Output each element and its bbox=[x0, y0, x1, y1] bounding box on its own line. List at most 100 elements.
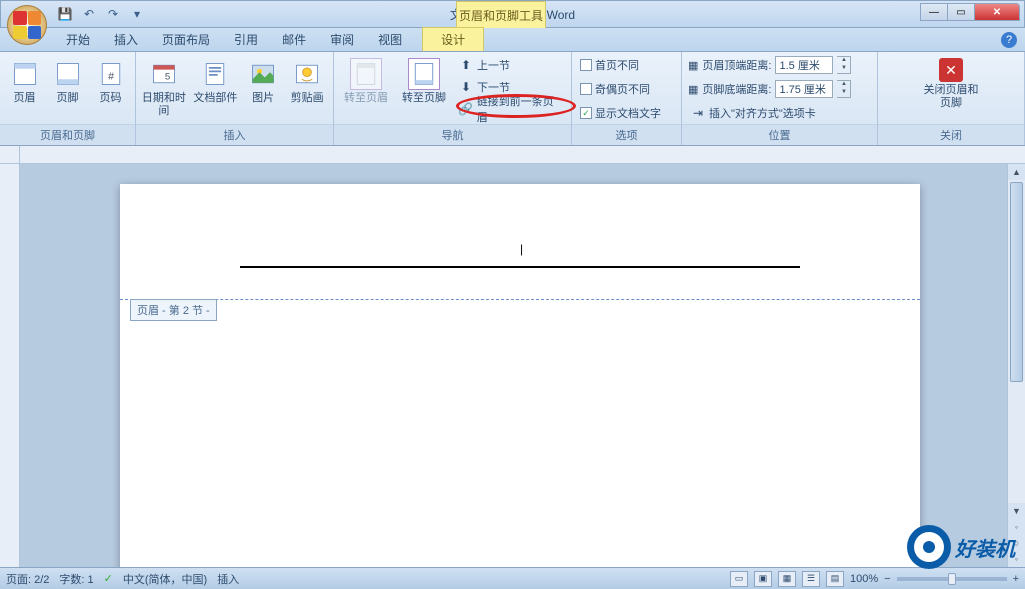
tab-review[interactable]: 审阅 bbox=[318, 28, 366, 51]
zoom-out-button[interactable]: − bbox=[884, 573, 890, 585]
different-first-page-checkbox[interactable]: 首页不同 bbox=[576, 54, 677, 76]
insert-alignment-tab-button[interactable]: ⇥ 插入"对齐方式"选项卡 bbox=[686, 102, 873, 124]
scroll-down-button[interactable]: ▼ bbox=[1008, 503, 1025, 519]
zoom-slider[interactable] bbox=[897, 577, 1007, 581]
watermark-text: 好装机 bbox=[955, 533, 1015, 562]
redo-button[interactable]: ↷ bbox=[103, 4, 123, 24]
calendar-icon: 5 bbox=[148, 58, 180, 90]
clipart-button[interactable]: 剪贴画 bbox=[285, 54, 329, 105]
date-time-button[interactable]: 5 日期和时间 bbox=[140, 54, 188, 118]
prev-icon: ⬆ bbox=[458, 57, 474, 73]
page[interactable]: | 页眉 - 第 2 节 - bbox=[120, 184, 920, 567]
goto-footer-icon bbox=[408, 58, 440, 90]
undo-button[interactable]: ↶ bbox=[79, 4, 99, 24]
group-navigation: 转至页眉 转至页脚 ⬆ 上一节 ⬇ 下一节 🔗 链接到前一条页眉 bbox=[334, 52, 572, 145]
group-label: 关闭 bbox=[878, 124, 1024, 145]
proofing-icon[interactable]: ✓ bbox=[104, 572, 113, 585]
draft-view-button[interactable]: ▤ bbox=[826, 571, 844, 587]
ribbon: 页眉 页脚 # 页码 页眉和页脚 5 日期和时间 文档部件 bbox=[0, 52, 1025, 146]
tab-view[interactable]: 视图 bbox=[366, 28, 414, 51]
footer-bottom-input[interactable]: 1.75 厘米 bbox=[775, 80, 833, 98]
tab-home[interactable]: 开始 bbox=[54, 28, 102, 51]
previous-section-button[interactable]: ⬆ 上一节 bbox=[454, 54, 567, 76]
goto-header-icon bbox=[350, 58, 382, 90]
window-controls: — ▭ ✕ bbox=[921, 3, 1020, 21]
help-button[interactable]: ? bbox=[1001, 32, 1017, 48]
page-indicator[interactable]: 页面: 2/2 bbox=[6, 571, 49, 587]
spinner[interactable]: ▲▼ bbox=[837, 56, 851, 74]
zoom-thumb[interactable] bbox=[948, 573, 956, 585]
group-label: 位置 bbox=[682, 124, 877, 145]
header-edit-area[interactable] bbox=[240, 252, 800, 268]
footer-button[interactable]: 页脚 bbox=[47, 54, 88, 105]
document-scroll[interactable]: | 页眉 - 第 2 节 - ▲ ▼ ◦ ○ ◦ bbox=[20, 164, 1025, 567]
status-bar: 页面: 2/2 字数: 1 ✓ 中文(简体，中国) 插入 ▭ ▣ ▦ ☰ ▤ 1… bbox=[0, 567, 1025, 589]
checkbox-checked-icon: ✓ bbox=[580, 107, 592, 119]
group-position: ▦ 页眉顶端距离: 1.5 厘米 ▲▼ ▦ 页脚底端距离: 1.75 厘米 ▲▼… bbox=[682, 52, 878, 145]
picture-button[interactable]: 图片 bbox=[243, 54, 283, 105]
minimize-button[interactable]: — bbox=[920, 3, 948, 21]
svg-text:#: # bbox=[108, 70, 114, 82]
footer-distance-icon: ▦ bbox=[688, 83, 698, 96]
spinner[interactable]: ▲▼ bbox=[837, 80, 851, 98]
scroll-up-button[interactable]: ▲ bbox=[1008, 164, 1025, 180]
page-number-button[interactable]: # 页码 bbox=[90, 54, 131, 105]
watermark-logo-icon bbox=[907, 525, 951, 569]
word-count[interactable]: 字数: 1 bbox=[59, 571, 93, 587]
different-odd-even-checkbox[interactable]: 奇偶页不同 bbox=[576, 78, 677, 100]
title-bar: 💾 ↶ ↷ ▾ 文档 1 - Microsoft Word 页眉和页脚工具 — … bbox=[0, 0, 1025, 28]
print-layout-view-button[interactable]: ▭ bbox=[730, 571, 748, 587]
save-button[interactable]: 💾 bbox=[55, 4, 75, 24]
tab-design[interactable]: 设计 bbox=[422, 27, 484, 51]
tab-insert[interactable]: 插入 bbox=[102, 28, 150, 51]
web-layout-view-button[interactable]: ▦ bbox=[778, 571, 796, 587]
horizontal-ruler[interactable] bbox=[0, 146, 1025, 164]
office-button[interactable] bbox=[7, 5, 47, 45]
group-label: 选项 bbox=[572, 124, 681, 145]
show-document-text-checkbox[interactable]: ✓ 显示文档文字 bbox=[576, 102, 677, 124]
header-boundary bbox=[120, 299, 920, 300]
vertical-ruler[interactable] bbox=[0, 164, 20, 567]
footer-from-bottom-row: ▦ 页脚底端距离: 1.75 厘米 ▲▼ bbox=[686, 78, 873, 100]
header-distance-icon: ▦ bbox=[688, 59, 698, 72]
quick-parts-button[interactable]: 文档部件 bbox=[190, 54, 241, 105]
zoom-level[interactable]: 100% bbox=[850, 573, 878, 585]
picture-icon bbox=[247, 58, 279, 90]
ruler-corner bbox=[0, 146, 20, 164]
close-header-footer-button[interactable]: ✕ 关闭页眉和页脚 bbox=[922, 54, 980, 110]
header-button[interactable]: 页眉 bbox=[4, 54, 45, 105]
maximize-button[interactable]: ▭ bbox=[947, 3, 975, 21]
document-area: | 页眉 - 第 2 节 - ▲ ▼ ◦ ○ ◦ bbox=[0, 164, 1025, 567]
group-header-footer: 页眉 页脚 # 页码 页眉和页脚 bbox=[0, 52, 136, 145]
scroll-thumb[interactable] bbox=[1010, 182, 1023, 382]
goto-header-button: 转至页眉 bbox=[338, 54, 394, 105]
close-window-button[interactable]: ✕ bbox=[974, 3, 1020, 21]
qat-more-button[interactable]: ▾ bbox=[127, 4, 147, 24]
align-tab-icon: ⇥ bbox=[690, 105, 706, 121]
clipart-icon bbox=[291, 58, 323, 90]
office-logo-icon bbox=[13, 11, 41, 39]
watermark: 好装机 bbox=[907, 525, 1015, 569]
insert-mode[interactable]: 插入 bbox=[217, 571, 239, 587]
language-indicator[interactable]: 中文(简体，中国) bbox=[123, 571, 207, 587]
header-top-input[interactable]: 1.5 厘米 bbox=[775, 56, 833, 74]
link-to-previous-button[interactable]: 🔗 链接到前一条页眉 bbox=[454, 98, 567, 120]
contextual-tab-title: 页眉和页脚工具 bbox=[456, 1, 546, 29]
status-right: ▭ ▣ ▦ ☰ ▤ 100% − + bbox=[730, 571, 1019, 587]
svg-text:5: 5 bbox=[165, 71, 170, 82]
goto-footer-button[interactable]: 转至页脚 bbox=[396, 54, 452, 105]
tab-page-layout[interactable]: 页面布局 bbox=[150, 28, 222, 51]
outline-view-button[interactable]: ☰ bbox=[802, 571, 820, 587]
header-from-top-row: ▦ 页眉顶端距离: 1.5 厘米 ▲▼ bbox=[686, 54, 873, 76]
zoom-in-button[interactable]: + bbox=[1013, 573, 1019, 585]
group-label: 导航 bbox=[334, 124, 571, 145]
tab-references[interactable]: 引用 bbox=[222, 28, 270, 51]
close-icon: ✕ bbox=[939, 58, 963, 82]
page-number-icon: # bbox=[95, 58, 127, 90]
tab-mailings[interactable]: 邮件 bbox=[270, 28, 318, 51]
ribbon-tabs: 开始 插入 页面布局 引用 邮件 审阅 视图 设计 ? bbox=[0, 28, 1025, 52]
vertical-scrollbar[interactable]: ▲ ▼ ◦ ○ ◦ bbox=[1007, 164, 1025, 567]
footer-icon bbox=[52, 58, 84, 90]
group-label: 页眉和页脚 bbox=[0, 124, 135, 145]
full-screen-view-button[interactable]: ▣ bbox=[754, 571, 772, 587]
